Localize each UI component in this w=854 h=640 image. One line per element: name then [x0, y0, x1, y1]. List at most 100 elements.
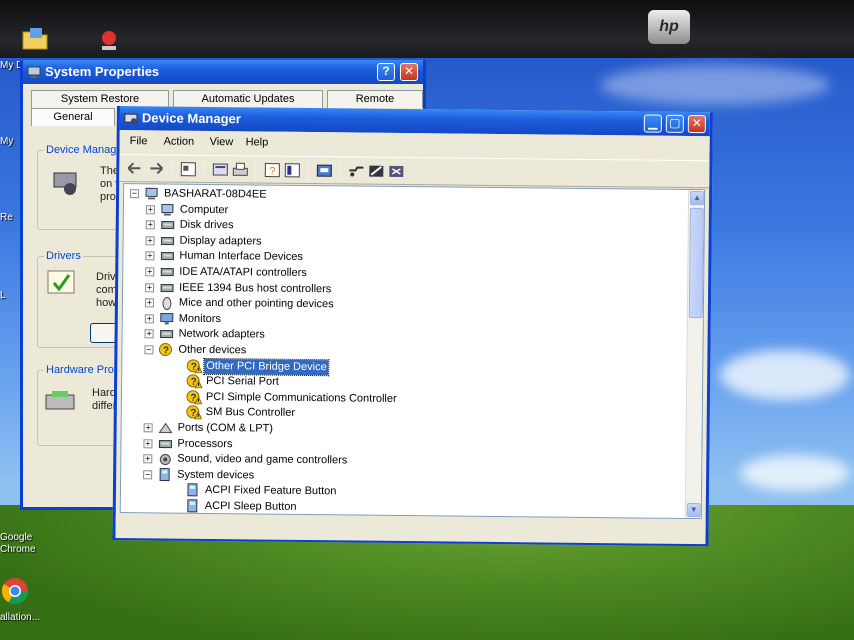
hp-logo: hp — [648, 10, 690, 44]
desktop-icon-label: L — [0, 290, 6, 301]
toolbar-separator — [307, 160, 309, 182]
expand-icon[interactable]: + — [144, 313, 154, 324]
disable-icon[interactable] — [387, 163, 405, 180]
chrome-icon — [1, 578, 29, 605]
mouse-icon — [162, 297, 172, 311]
tab-automatic-updates[interactable]: Automatic Updates — [173, 90, 323, 108]
expand-icon[interactable]: + — [145, 220, 155, 230]
tree-item-label: System devices — [177, 468, 255, 482]
close-button[interactable]: ✕ — [687, 114, 706, 134]
system-device-icon — [159, 467, 170, 481]
warning-device-icon: ? — [186, 358, 203, 373]
minimize-button[interactable]: ▁ — [643, 114, 662, 133]
device-tree[interactable]: − BASHARAT-08D4EE + Computer + Disk drives + Di… — [119, 183, 706, 520]
warning-device-icon: ? — [186, 390, 203, 405]
ieee1394-icon — [160, 283, 174, 292]
window-title: System Properties — [45, 64, 160, 79]
expand-icon[interactable]: + — [145, 282, 155, 292]
menu-file[interactable]: File — [130, 135, 148, 147]
disk-drive-icon — [161, 221, 175, 230]
status-bar — [115, 516, 706, 545]
cloud — [600, 65, 830, 105]
cloud — [720, 350, 850, 400]
help-button[interactable]: ? — [377, 63, 395, 81]
desktop-icon-label: My — [0, 136, 14, 147]
collapse-icon[interactable]: − — [143, 469, 153, 480]
collapse-icon[interactable]: − — [130, 188, 140, 199]
desktop-icon-shortcut[interactable] — [94, 26, 124, 56]
expand-icon[interactable]: + — [145, 251, 155, 261]
window-title: Device Manager — [141, 110, 241, 127]
desktop-icon-label: Re — [0, 212, 13, 223]
update-driver-icon[interactable] — [315, 162, 333, 179]
expand-icon[interactable]: + — [145, 266, 155, 277]
svg-text:?: ? — [269, 166, 275, 178]
maximize-button[interactable]: ▢ — [665, 114, 684, 133]
uninstall-icon[interactable] — [347, 162, 365, 179]
scan-hardware-icon[interactable] — [367, 163, 385, 180]
svg-text:?: ? — [163, 345, 169, 356]
desktop-icon-google-chrome[interactable] — [0, 576, 30, 606]
tree-item-label: Network adapters — [178, 328, 265, 341]
sound-icon — [159, 454, 171, 466]
back-arrow-icon[interactable] — [125, 160, 143, 177]
expand-icon[interactable]: + — [144, 298, 154, 308]
tree-item-label: Ports (COM & LPT) — [177, 421, 274, 435]
expand-icon[interactable]: + — [143, 422, 153, 433]
computer-icon — [161, 203, 174, 216]
print-icon[interactable] — [231, 161, 249, 178]
menu-action[interactable]: Action — [164, 135, 195, 147]
forward-arrow-icon[interactable] — [147, 160, 165, 177]
system-properties-titlebar[interactable]: System Properties ? ✕ — [23, 60, 423, 84]
menu-help[interactable]: Help — [246, 136, 269, 148]
tree-item-label: IDE ATA/ATAPI controllers — [179, 265, 307, 279]
processor-icon — [158, 439, 173, 448]
scrollbar-thumb[interactable] — [688, 208, 704, 319]
tree-item-label: ACPI Sleep Button — [204, 499, 297, 513]
scroll-down-arrow-icon[interactable]: ▼ — [686, 502, 701, 518]
close-button[interactable]: ✕ — [400, 63, 418, 81]
toolbar-separator — [171, 159, 173, 180]
collapse-icon[interactable]: − — [144, 344, 154, 355]
warning-device-icon: ? — [186, 374, 203, 389]
tab-general[interactable]: General — [31, 108, 115, 126]
unknown-device-icon: ? — [158, 343, 172, 357]
tree-item-label: Other PCI Bridge Device — [203, 357, 330, 376]
driver-signing-icon — [47, 270, 75, 294]
tree-item-label: Disk drives — [179, 218, 234, 232]
system-device-icon — [187, 499, 198, 513]
hardware-profile-icon — [45, 391, 75, 410]
tree-item-label: Other devices — [178, 343, 247, 357]
expand-icon[interactable]: + — [145, 235, 155, 246]
device-manager-icon — [124, 113, 138, 125]
tab-remote[interactable]: Remote — [327, 90, 423, 108]
menu-view[interactable]: View — [210, 136, 234, 148]
expand-icon[interactable]: + — [144, 329, 154, 339]
expand-icon[interactable]: + — [145, 204, 155, 214]
view-icon[interactable] — [283, 162, 301, 179]
tree-item-label: Display adapters — [179, 234, 262, 248]
scroll-up-arrow-icon[interactable]: ▲ — [689, 191, 705, 206]
port-icon — [158, 422, 173, 434]
desktop-icon-my-documents[interactable] — [20, 24, 50, 54]
device-manager-window: Device Manager ▁ ▢ ✕ File Action View He… — [112, 106, 713, 547]
tab-system-restore[interactable]: System Restore — [31, 90, 169, 108]
properties-icon[interactable] — [179, 161, 197, 178]
display-adapter-icon — [161, 236, 175, 245]
system-device-icon — [187, 483, 198, 497]
desktop-icon-label: Google Chrome — [0, 532, 36, 555]
tree-item-label: Sound, video and game controllers — [177, 452, 348, 467]
toolbar-separator — [255, 160, 257, 181]
help-icon[interactable]: ? — [263, 162, 281, 179]
refresh-icon[interactable] — [211, 161, 229, 178]
vertical-scrollbar[interactable]: ▲ ▼ — [684, 189, 705, 519]
monitor-icon — [160, 312, 174, 325]
device-manager-icon — [53, 172, 77, 195]
tree-item-label: Monitors — [178, 312, 222, 325]
tree-item-label: PCI Simple Communications Controller — [205, 390, 397, 405]
expand-icon[interactable]: + — [143, 454, 153, 464]
tree-item-label: Human Interface Devices — [179, 250, 303, 264]
expand-icon[interactable]: + — [143, 438, 153, 448]
tree-item-label: PCI Serial Port — [206, 375, 279, 388]
network-adapter-icon — [160, 330, 174, 339]
